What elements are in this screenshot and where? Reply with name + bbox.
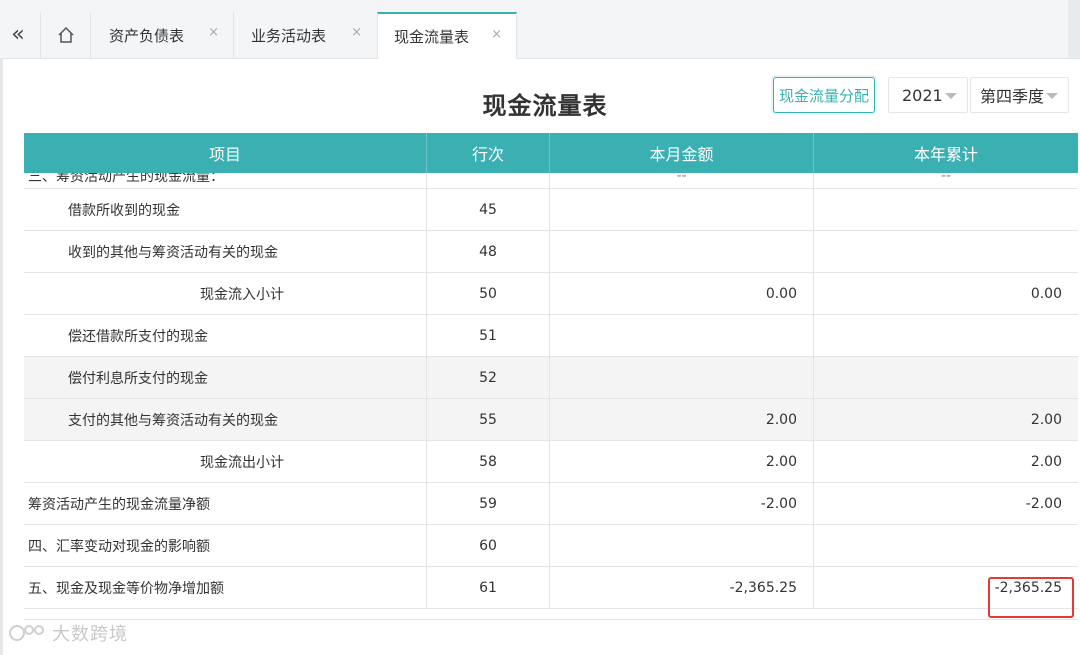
cell-year-total <box>814 525 1078 566</box>
table-header: 项目 行次 本月金额 本年累计 <box>24 133 1078 173</box>
cell-item-name: 五、现金及现金等价物净增加额 <box>24 567 427 608</box>
cell-year-total <box>814 357 1078 398</box>
tab-label: 现金流量表 <box>394 28 470 46</box>
cell-year-total: 2.00 <box>1030 453 1062 470</box>
table-row[interactable]: 收到的其他与筹资活动有关的现金 48 <box>24 231 1078 273</box>
cash-flow-distribute-button[interactable]: 现金流量分配 <box>773 77 875 113</box>
cell-year-total <box>814 189 1078 230</box>
cell-item-name: 四、汇率变动对现金的影响额 <box>24 525 427 566</box>
tab-bar: « 资产负债表 × 业务活动表 × 现金流量表 × <box>0 0 1080 59</box>
cell-line-number: 52 <box>427 357 550 398</box>
left-border <box>0 58 3 655</box>
cell-line-number: 55 <box>427 399 550 440</box>
quarter-value: 第四季度 <box>980 87 1045 106</box>
column-header-year-total: 本年累计 <box>913 145 978 164</box>
cell-month-amount <box>550 357 814 398</box>
cell-item-name: 现金流入小计 <box>24 273 427 314</box>
cell-item-name: 筹资活动产生的现金流量净额 <box>24 483 427 524</box>
cell-year-total: 0.00 <box>1030 285 1062 302</box>
tab-label: 资产负债表 <box>109 26 185 45</box>
column-header-item: 项目 <box>24 133 427 173</box>
cell-month-amount <box>550 315 814 356</box>
close-icon[interactable]: × <box>351 25 362 40</box>
watermark: 大数跨境 <box>8 620 128 646</box>
cell-month-amount: -- <box>550 173 814 188</box>
tab-label: 业务活动表 <box>251 26 327 45</box>
page-title: 现金流量表 <box>482 92 608 120</box>
tab-cash-flow[interactable]: 现金流量表 × <box>377 12 517 59</box>
cell-line-number: 60 <box>427 525 550 566</box>
cell-item-name: 借款所收到的现金 <box>24 189 427 230</box>
chevron-down-icon <box>1046 93 1058 99</box>
table-row[interactable]: 四、汇率变动对现金的影响额 60 <box>24 525 1078 567</box>
tab-balance-sheet[interactable]: 资产负债表 × <box>90 12 233 58</box>
cell-line-number <box>427 173 550 188</box>
cell-month-amount: -2.00 <box>550 483 814 524</box>
cell-line-number: 61 <box>427 567 550 608</box>
scroll-edge <box>1068 0 1080 58</box>
tab-business-activity[interactable]: 业务活动表 × <box>233 12 376 58</box>
cell-item-name: 偿还借款所支付的现金 <box>24 315 427 356</box>
year-select[interactable]: 2021 <box>888 77 968 113</box>
cell-month-amount <box>550 231 814 272</box>
watermark-text: 大数跨境 <box>52 624 128 645</box>
cell-year-total: -2.00 <box>1025 495 1062 512</box>
cell-item-name: 三、筹资活动产生的现金流量： <box>24 173 427 188</box>
cell-month-amount: -2,365.25 <box>550 567 814 608</box>
collapse-sidebar-button[interactable]: « <box>0 12 36 56</box>
table-row[interactable]: 偿还借款所支付的现金 51 <box>24 315 1078 357</box>
table-body[interactable]: 三、筹资活动产生的现金流量： -- -- 借款所收到的现金 45 收到的其他与筹资活动有关… <box>24 173 1078 620</box>
table-row[interactable]: 借款所收到的现金 45 <box>24 189 1078 231</box>
table-row[interactable]: 筹资活动产生的现金流量净额 59 -2.00 -2.00 <box>24 483 1078 525</box>
column-header-month-amount: 本月金额 <box>550 133 814 173</box>
quarter-select[interactable]: 第四季度 <box>970 77 1069 113</box>
tab-home[interactable] <box>40 12 90 58</box>
cell-item-name: 偿付利息所支付的现金 <box>24 357 427 398</box>
cell-line-number: 50 <box>427 273 550 314</box>
close-icon[interactable]: × <box>208 25 219 40</box>
cell-line-number: 58 <box>427 441 550 482</box>
cell-month-amount: 0.00 <box>550 273 814 314</box>
table-row[interactable]: 现金流出小计 58 2.00 2.00 <box>24 441 1078 483</box>
cell-item-name: 支付的其他与筹资活动有关的现金 <box>24 399 427 440</box>
cell-line-number: 59 <box>427 483 550 524</box>
cell-year-total <box>814 231 1078 272</box>
table-row[interactable]: 五、现金及现金等价物净增加额 61 -2,365.25 -2,365.25 <box>24 567 1078 609</box>
chevron-down-icon <box>945 93 957 99</box>
table-row[interactable]: 支付的其他与筹资活动有关的现金 55 2.00 2.00 <box>24 399 1078 441</box>
table-row[interactable]: 现金流入小计 50 0.00 0.00 <box>24 273 1078 315</box>
cell-month-amount <box>550 189 814 230</box>
cell-line-number: 48 <box>427 231 550 272</box>
cell-line-number: 45 <box>427 189 550 230</box>
table-row[interactable]: 偿付利息所支付的现金 52 <box>24 357 1078 399</box>
home-icon <box>57 26 74 43</box>
cell-year-total <box>814 315 1078 356</box>
cell-item-name: 收到的其他与筹资活动有关的现金 <box>24 231 427 272</box>
cell-year-total: 2.00 <box>1030 411 1062 428</box>
table-row[interactable]: 三、筹资活动产生的现金流量： -- -- <box>24 173 1078 189</box>
year-value: 2021 <box>902 85 943 105</box>
column-header-line: 行次 <box>427 133 550 173</box>
cell-year-total: -2,365.25 <box>994 579 1062 596</box>
cell-month-amount: 2.00 <box>550 399 814 440</box>
cell-month-amount <box>550 525 814 566</box>
cell-line-number: 51 <box>427 315 550 356</box>
cell-month-amount: 2.00 <box>550 441 814 482</box>
close-icon[interactable]: × <box>491 27 502 42</box>
cell-item-name: 现金流出小计 <box>24 441 427 482</box>
watermark-logo-icon <box>9 625 44 641</box>
cell-year-total: -- <box>940 173 952 184</box>
